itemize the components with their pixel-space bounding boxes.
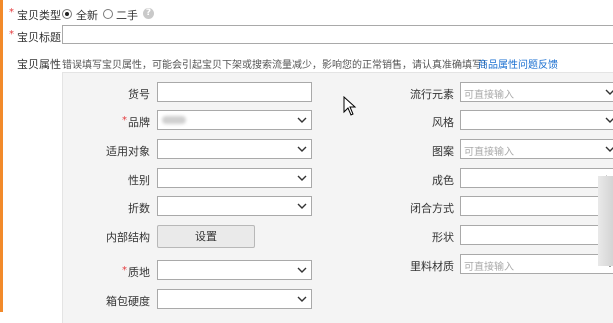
fashion-element-select[interactable]: 可直接输入 [460,82,613,102]
style-select[interactable] [460,110,613,130]
required-star: * [9,29,14,40]
item-number-input[interactable] [157,82,312,102]
field-label-closure: 闭合方式 [410,202,454,215]
chevron-down-icon [605,89,613,95]
chevron-down-icon [297,203,307,209]
left-accent-bar [0,0,3,312]
chevron-down-icon [297,117,307,123]
material-select[interactable] [157,260,312,280]
lining-placeholder: 可直接输入 [464,262,514,273]
required-star: * [9,7,14,18]
attributes-label: 宝贝属性 [17,58,61,71]
discount-select[interactable] [157,196,312,216]
title-input[interactable] [62,25,613,44]
blurred-brand-value [162,116,186,124]
title-label: 宝贝标题 [17,31,61,44]
radio-used[interactable] [103,9,113,19]
radio-new[interactable] [62,9,72,19]
field-label-style: 风格 [432,116,454,129]
radio-new-label[interactable]: 全新 [76,7,98,23]
condition-select[interactable] [460,168,613,188]
field-label-hardness: 箱包硬度 [106,295,150,308]
chevron-down-icon [297,267,307,273]
chevron-down-icon [297,296,307,302]
field-label-material: 质地 [128,266,150,279]
chevron-down-icon [297,146,307,152]
field-label-pattern: 图案 [432,145,454,158]
field-label-condition: 成色 [432,174,454,187]
field-label-discount: 折数 [128,202,150,215]
item-type-label: 宝贝类型 [17,9,61,22]
field-label-item-number: 货号 [128,88,150,101]
pattern-placeholder: 可直接输入 [464,147,514,158]
gender-select[interactable] [157,168,312,188]
lining-select[interactable]: 可直接输入 [460,254,613,274]
radio-used-label[interactable]: 二手 [116,7,138,23]
hardness-select[interactable] [157,289,312,309]
settings-button[interactable]: 设置 [157,225,255,248]
help-icon[interactable]: ? [143,8,154,19]
shape-select[interactable] [460,225,613,245]
mouse-cursor-icon [343,96,357,116]
field-label-brand: 品牌 [128,116,150,129]
fashion-element-placeholder: 可直接输入 [464,90,514,101]
target-user-select[interactable] [157,139,312,159]
chevron-down-icon [297,175,307,181]
field-label-internal-structure: 内部结构 [106,231,150,244]
brand-select[interactable] [157,110,312,130]
chevron-down-icon [605,117,613,123]
closure-select[interactable] [460,196,613,216]
attributes-warning: 错误填写宝贝属性，可能会引起宝贝下架或搜索流量减少，影响您的正常销售，请认真准确… [62,60,492,71]
field-label-target-user: 适用对象 [106,145,150,158]
field-label-gender: 性别 [128,174,150,187]
scrollbar-edge[interactable] [598,176,613,266]
field-label-shape: 形状 [432,231,454,244]
pattern-select[interactable]: 可直接输入 [460,139,613,159]
chevron-down-icon [605,146,613,152]
field-label-lining: 里料材质 [410,260,454,273]
feedback-link[interactable]: 商品属性问题反馈 [478,56,558,71]
field-label-fashion-element: 流行元素 [410,88,454,101]
